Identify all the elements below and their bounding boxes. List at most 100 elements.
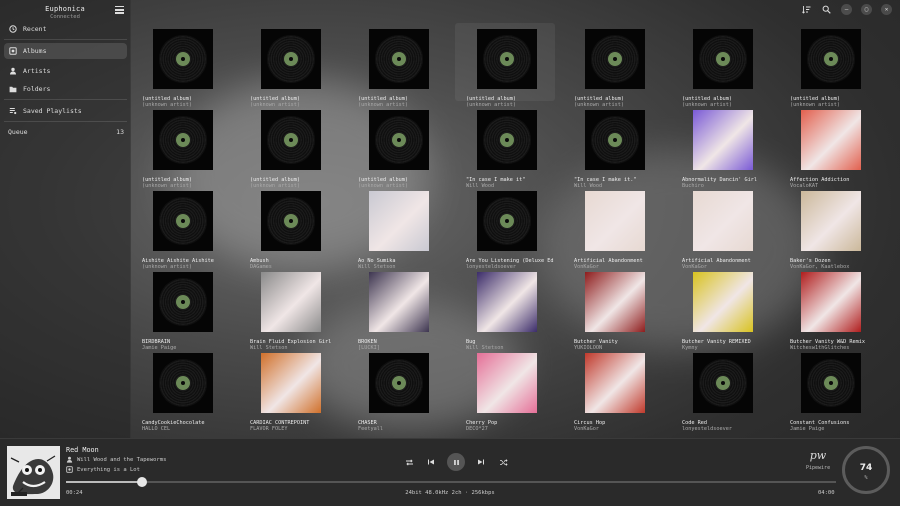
vinyl-placeholder-icon — [807, 359, 855, 407]
album-card[interactable]: Circus Hop VonKaGor — [563, 347, 663, 432]
album-icon — [66, 466, 73, 473]
album-card[interactable]: (untitled album) (unknown artist) — [239, 23, 339, 108]
album-card[interactable]: Brain Fluid Explosion Girl Will Stetson — [239, 266, 339, 351]
album-cover — [369, 353, 429, 413]
volume-knob[interactable]: 74 % — [842, 446, 890, 494]
sidebar-item-folders[interactable]: Folders — [4, 81, 127, 97]
previous-icon[interactable] — [425, 456, 437, 468]
album-card[interactable]: CandyCookieChocolate HALLO CEL — [131, 347, 231, 432]
album-card[interactable]: "In case I make it." Will Wood — [563, 104, 663, 189]
album-cover — [693, 272, 753, 332]
album-card[interactable]: Butcher Vanity W&D Remix Witchesw1thGlitc… — [779, 266, 879, 351]
album-card[interactable]: Are You Listening (Deluxe Editio…lonyest… — [455, 185, 555, 270]
close-icon[interactable]: ✕ — [881, 4, 892, 15]
seek-bar-fill — [66, 481, 143, 483]
divider — [4, 121, 127, 122]
album-card[interactable]: Abnormality Dancin' Girl Buchiro — [671, 104, 771, 189]
album-cover — [801, 353, 861, 413]
sidebar-item-saved-playlists[interactable]: Saved Playlists — [4, 103, 127, 119]
sidebar-item-label: Recent — [23, 25, 47, 33]
app-brand: Euphonica Connected — [0, 5, 130, 20]
track-artist: Will Wood and the Tapeworms — [77, 456, 167, 463]
album-card[interactable]: CARDIAC CONTREPOINT FLAVOR FOLEY — [239, 347, 339, 432]
album-card[interactable]: Constant Confusions Jamie Paige — [779, 347, 879, 432]
connection-status: Connected — [50, 14, 80, 20]
album-card[interactable]: Code Red lonyesteldsoever — [671, 347, 771, 432]
album-artwork — [261, 272, 321, 332]
album-cover — [153, 272, 213, 332]
album-cover — [801, 29, 861, 89]
folder-icon — [9, 85, 17, 93]
album-card[interactable]: Aishite Aishite Aishite (unknown artist) — [131, 185, 231, 270]
album-card[interactable]: CHASER Feetyall — [347, 347, 447, 432]
album-card[interactable]: (untitled album) (unknown artist) — [131, 104, 231, 189]
album-card[interactable]: (untitled album) (unknown artist) — [455, 23, 555, 108]
queue-row[interactable]: Queue 13 — [8, 128, 124, 136]
album-cover — [693, 353, 753, 413]
next-icon[interactable] — [475, 456, 487, 468]
album-cover — [585, 110, 645, 170]
album-card[interactable]: Bug Will Stetson — [455, 266, 555, 351]
album-cover — [801, 272, 861, 332]
album-card[interactable]: Artificial Abandonment VonKaGor — [563, 185, 663, 270]
vinyl-placeholder-icon — [159, 116, 207, 164]
search-icon[interactable] — [821, 4, 832, 15]
seek-bar-handle[interactable] — [137, 477, 148, 487]
album-cover — [585, 272, 645, 332]
album-card[interactable]: Ao No Sumika Will Stetson — [347, 185, 447, 270]
album-card[interactable]: Butcher Vanity YUKIOLOON — [563, 266, 663, 351]
vinyl-placeholder-icon — [375, 35, 423, 83]
playback-controls — [403, 453, 509, 471]
sidebar-item-label: Folders — [23, 85, 51, 93]
album-card[interactable]: "In case I make it" Will Wood — [455, 104, 555, 189]
album-card[interactable]: (untitled album) (unknown artist) — [239, 104, 339, 189]
vinyl-placeholder-icon — [375, 359, 423, 407]
vinyl-placeholder-icon — [159, 35, 207, 83]
queue-label: Queue — [8, 128, 28, 136]
maximize-icon[interactable]: ▢ — [861, 4, 872, 15]
sidebar-item-albums[interactable]: Albums — [4, 43, 127, 59]
album-card[interactable]: Artificial Abandonment VonKaGor — [671, 185, 771, 270]
track-artist-row[interactable]: Will Wood and the Tapeworms — [66, 456, 166, 463]
album-cover — [369, 29, 429, 89]
album-cover — [153, 110, 213, 170]
album-card[interactable]: BROKEN [LUCKI] — [347, 266, 447, 351]
album-card[interactable]: Affection Addiction VocaloKAT — [779, 104, 879, 189]
minimize-icon[interactable]: – — [841, 4, 852, 15]
album-card[interactable]: (untitled album) (unknown artist) — [563, 23, 663, 108]
vinyl-placeholder-icon — [267, 35, 315, 83]
vinyl-placeholder-icon — [159, 278, 207, 326]
album-card[interactable]: Baker's Dozen VonKaGor, Kaatlebox — [779, 185, 879, 270]
shuffle-icon[interactable] — [497, 456, 509, 468]
repeat-icon[interactable] — [403, 456, 415, 468]
vinyl-placeholder-icon — [483, 35, 531, 83]
album-artist: VonKaGor — [574, 426, 599, 432]
album-artwork — [585, 353, 645, 413]
person-icon — [9, 67, 17, 75]
album-cover — [153, 353, 213, 413]
album-artwork — [693, 110, 753, 170]
album-artist: FLAVOR FOLEY — [250, 426, 288, 432]
album-card[interactable]: (untitled album) (unknown artist) — [131, 23, 231, 108]
vinyl-placeholder-icon — [591, 116, 639, 164]
sidebar-item-recent[interactable]: Recent — [4, 21, 127, 37]
album-card[interactable]: (untitled album) (unknown artist) — [779, 23, 879, 108]
divider — [4, 39, 127, 40]
album-card[interactable]: (untitled album) (unknown artist) — [671, 23, 771, 108]
album-cover — [693, 29, 753, 89]
hamburger-menu-icon[interactable] — [115, 6, 124, 14]
playlist-icon — [9, 107, 17, 115]
album-card[interactable]: Cherry Pop DECO*27 — [455, 347, 555, 432]
album-card[interactable]: (untitled album) (unknown artist) — [347, 23, 447, 108]
album-card[interactable]: BIRDBRAIN Jamie Paige — [131, 266, 231, 351]
sort-icon[interactable] — [801, 4, 812, 15]
sidebar-item-artists[interactable]: Artists — [4, 63, 127, 79]
album-card[interactable]: Ambush DAGames — [239, 185, 339, 270]
output-device[interactable]: pw Pipewire — [806, 449, 830, 471]
track-album-row[interactable]: Everything is a Lot — [66, 466, 140, 473]
seek-bar[interactable] — [66, 477, 836, 487]
sidebar-item-label: Albums — [23, 47, 47, 55]
album-card[interactable]: Butcher Vanity REMIXED Kymny — [671, 266, 771, 351]
album-card[interactable]: (untitled album) (unknown artist) — [347, 104, 447, 189]
pause-button[interactable] — [447, 453, 465, 471]
